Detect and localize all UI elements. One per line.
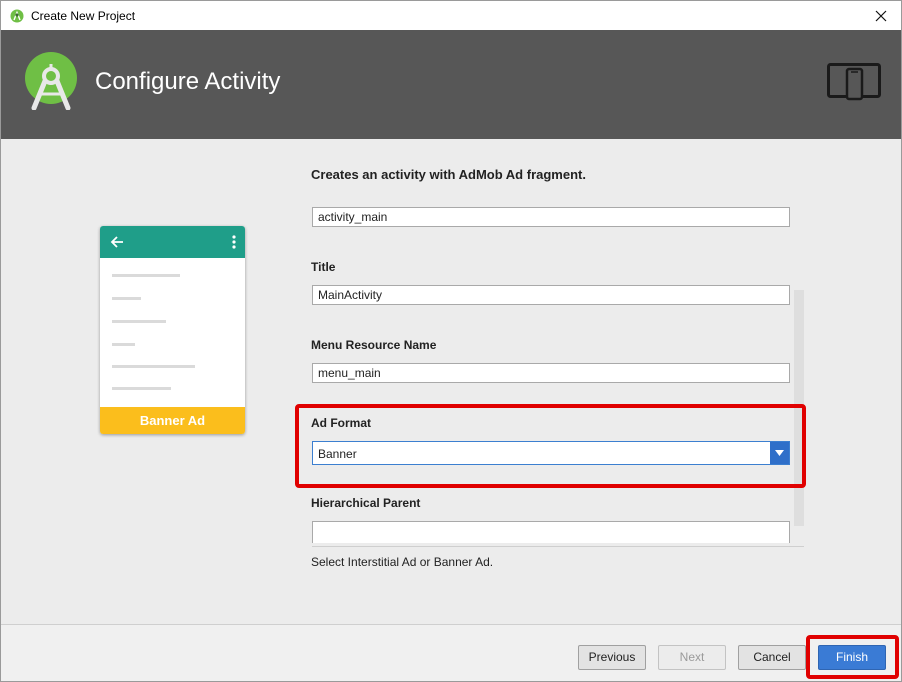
finish-highlight [806,635,899,679]
android-studio-logo-icon [25,52,77,110]
menu-resource-name-input[interactable]: menu_main [312,363,790,383]
android-studio-icon [10,9,24,23]
layout-name-input[interactable]: activity_main [312,207,790,227]
close-button[interactable] [867,4,895,28]
preview-placeholder-line [112,320,166,323]
wizard-header: Configure Activity [1,30,901,139]
previous-button[interactable]: Previous [578,645,646,670]
footer-divider [1,624,901,625]
menu-resource-name-label: Menu Resource Name [311,338,437,352]
preview-toolbar [100,226,245,258]
cancel-button[interactable]: Cancel [738,645,806,670]
preview-placeholder-line [112,343,135,346]
preview-placeholder-line [112,274,180,277]
title-bar: Create New Project [1,1,901,30]
form-scroll-edge [312,546,804,547]
arrow-left-icon [110,236,123,248]
phone-tablet-icon [827,63,881,101]
preview-placeholder-line [112,365,195,368]
hierarchical-parent-input[interactable] [312,521,790,543]
activity-preview: Banner Ad [100,226,245,434]
more-vert-icon [232,235,236,249]
hierarchical-parent-label: Hierarchical Parent [311,496,421,510]
preview-placeholder-line [112,297,141,300]
next-button[interactable]: Next [658,645,726,670]
ad-format-highlight [295,404,806,488]
template-description: Creates an activity with AdMob Ad fragme… [311,167,586,182]
preview-banner-ad: Banner Ad [100,407,245,434]
title-label: Title [311,260,336,274]
title-input[interactable]: MainActivity [312,285,790,305]
window-title: Create New Project [31,9,136,23]
preview-placeholder-line [112,387,171,390]
field-hint: Select Interstitial Ad or Banner Ad. [311,555,494,569]
close-icon [875,10,887,22]
page-title: Configure Activity [95,68,281,95]
